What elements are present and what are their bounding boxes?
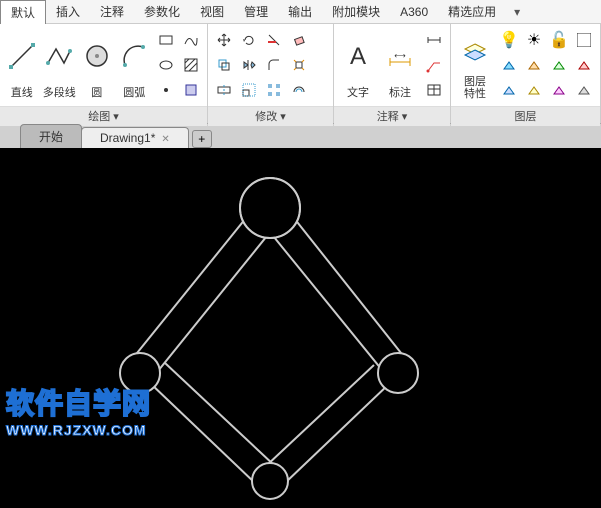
explode-icon[interactable] xyxy=(287,53,311,77)
erase-icon[interactable] xyxy=(287,28,311,52)
layer-prev-icon[interactable] xyxy=(522,53,546,77)
arc-button[interactable]: 圆弧 xyxy=(117,28,153,100)
bulb-icon[interactable]: 💡 xyxy=(497,28,521,52)
menu-tab-addons[interactable]: 附加模块 xyxy=(322,0,390,23)
line-label: 直线 xyxy=(11,84,33,100)
svg-text:A: A xyxy=(350,43,366,70)
drawing-canvas[interactable]: 软件自学网 WWW.RJZXW.COM xyxy=(0,148,601,508)
text-icon: A xyxy=(344,28,372,84)
hatch-icon[interactable] xyxy=(179,53,203,77)
layer-match-icon[interactable] xyxy=(497,53,521,77)
leader-icon[interactable] xyxy=(422,53,446,77)
polyline-label: 多段线 xyxy=(43,84,76,100)
panel-layers: 图层 特性 💡 ☀ 🔓 图层 xyxy=(451,24,601,123)
region-icon[interactable] xyxy=(179,78,203,102)
lock-icon[interactable]: 🔓 xyxy=(547,28,571,52)
fillet-icon[interactable] xyxy=(262,53,286,77)
polyline-button[interactable]: 多段线 xyxy=(42,28,78,100)
text-label: 文字 xyxy=(347,84,369,100)
spline-icon[interactable] xyxy=(179,28,203,52)
menu-tab-output[interactable]: 输出 xyxy=(278,0,322,23)
layer-iso-icon[interactable] xyxy=(547,53,571,77)
text-button[interactable]: A 文字 xyxy=(338,28,378,100)
panel-annotate-title[interactable]: 注释 ▾ xyxy=(334,106,450,126)
layers-icon xyxy=(461,28,489,76)
layer-tools-grid: 💡 ☀ 🔓 xyxy=(497,28,596,102)
layer-freeze-icon[interactable] xyxy=(497,78,521,102)
move-icon[interactable] xyxy=(212,28,236,52)
watermark-url: WWW.RJZXW.COM xyxy=(6,422,151,438)
polyline-icon xyxy=(44,28,74,84)
dimension-label: 标注 xyxy=(389,84,411,100)
menu-tab-parametric[interactable]: 参数化 xyxy=(134,0,190,23)
layer-props-label: 图层 特性 xyxy=(464,76,486,100)
color-icon[interactable] xyxy=(572,28,596,52)
doc-tab-drawing1[interactable]: Drawing1*✕ xyxy=(81,127,189,148)
dimension-button[interactable]: ⟷ 标注 xyxy=(380,28,420,100)
arc-label: 圆弧 xyxy=(123,84,145,100)
rotate-icon[interactable] xyxy=(237,28,261,52)
ellipse-icon[interactable] xyxy=(154,53,178,77)
menu-tab-a360[interactable]: A360 xyxy=(390,2,438,22)
menu-tab-view[interactable]: 视图 xyxy=(190,0,234,23)
layer-state-icon[interactable] xyxy=(572,78,596,102)
annotate-more xyxy=(422,28,446,102)
modify-grid xyxy=(212,28,311,102)
layer-props-button[interactable]: 图层 特性 xyxy=(455,28,495,100)
line-button[interactable]: 直线 xyxy=(4,28,40,100)
svg-text:⟷: ⟷ xyxy=(394,51,406,60)
new-tab-button[interactable]: + xyxy=(192,130,212,148)
watermark-text: 软件自学网 xyxy=(6,382,151,422)
panel-draw-title[interactable]: 绘图 ▾ xyxy=(0,106,207,126)
point-icon[interactable] xyxy=(154,78,178,102)
menu-tab-featured[interactable]: 精选应用 xyxy=(438,0,506,23)
trim-icon[interactable] xyxy=(262,28,286,52)
menu-tab-insert[interactable]: 插入 xyxy=(46,0,90,23)
rectangle-icon[interactable] xyxy=(154,28,178,52)
table-icon[interactable] xyxy=(422,78,446,102)
mirror-icon[interactable] xyxy=(237,53,261,77)
circle-icon xyxy=(82,28,112,84)
stretch-icon[interactable] xyxy=(212,78,236,102)
menu-tab-annotate[interactable]: 注释 xyxy=(90,0,134,23)
circle-button[interactable]: 圆 xyxy=(79,28,115,100)
close-icon[interactable]: ✕ xyxy=(161,134,169,145)
scale-icon[interactable] xyxy=(237,78,261,102)
layer-off-icon[interactable] xyxy=(572,53,596,77)
linear-dim-icon[interactable] xyxy=(422,28,446,52)
layer-walk-icon[interactable] xyxy=(547,78,571,102)
menu-tab-manage[interactable]: 管理 xyxy=(234,0,278,23)
menu-tab-default[interactable]: 默认 xyxy=(0,0,46,24)
circle-label: 圆 xyxy=(91,84,102,100)
menu-bar: 默认 插入 注释 参数化 视图 管理 输出 附加模块 A360 精选应用 ▾ xyxy=(0,0,601,24)
panel-annotate: A 文字 ⟷ 标注 注释 ▾ xyxy=(334,24,451,123)
panel-modify-title[interactable]: 修改 ▾ xyxy=(208,106,333,126)
arc-icon xyxy=(119,28,149,84)
watermark: 软件自学网 WWW.RJZXW.COM xyxy=(6,382,151,438)
panel-layers-title[interactable]: 图层 xyxy=(451,106,600,126)
ribbon: 直线 多段线 圆 圆弧 绘图 ▾ xyxy=(0,24,601,124)
dimension-icon: ⟷ xyxy=(386,28,414,84)
array-icon[interactable] xyxy=(262,78,286,102)
line-icon xyxy=(7,28,37,84)
drawing-content xyxy=(0,148,601,508)
panel-draw: 直线 多段线 圆 圆弧 绘图 ▾ xyxy=(0,24,208,123)
layer-lock-icon[interactable] xyxy=(522,78,546,102)
panel-modify: 修改 ▾ xyxy=(208,24,334,123)
offset-icon[interactable] xyxy=(287,78,311,102)
document-tabs: 开始 Drawing1*✕ + xyxy=(0,124,601,148)
draw-more-grid xyxy=(154,28,203,102)
menu-overflow[interactable]: ▾ xyxy=(506,2,528,22)
doc-tab-start[interactable]: 开始 xyxy=(20,124,82,148)
copy-icon[interactable] xyxy=(212,53,236,77)
sun-icon[interactable]: ☀ xyxy=(522,28,546,52)
